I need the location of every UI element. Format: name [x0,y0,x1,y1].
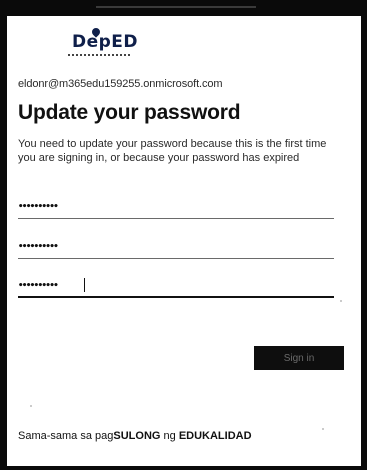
current-password-field[interactable]: •••••••••• [18,197,334,219]
noise-speck [30,405,32,407]
new-password-field[interactable]: •••••••••• [18,237,334,259]
page-description: You need to update your password because… [18,138,327,164]
footer-bold-sulong: SULONG [113,430,161,442]
account-email: eldonr@m365edu159255.onmicrosoft.com [18,78,223,90]
confirm-password-value: •••••••••• [18,281,59,291]
page-title: Update your password [18,101,241,124]
current-password-value: •••••••••• [18,202,59,212]
footer-middle: ng [160,430,179,442]
footer-slogan: Sama-sama sa pagSULONG ng EDUKALIDAD [18,430,252,442]
footer-bold-edukalidad: EDUKALIDAD [178,430,252,442]
noise-speck [322,428,324,430]
deped-logo: DepED [68,26,158,74]
footer-prefix: Sama-sama sa pag [18,430,114,442]
logo-tagline [68,54,130,56]
sign-in-button[interactable]: Sign in [254,346,344,370]
text-caret [84,278,85,292]
confirm-password-field[interactable]: •••••••••• [18,276,334,298]
noise-speck [340,300,342,302]
logo-text: DepED [72,32,139,52]
new-password-value: •••••••••• [18,242,59,252]
